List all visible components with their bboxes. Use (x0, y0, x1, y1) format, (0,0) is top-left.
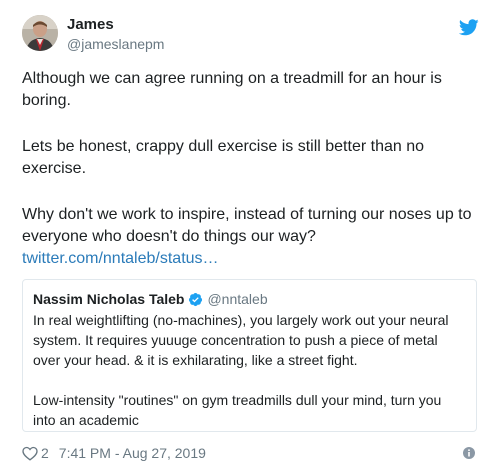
tweet-text: Although we can agree running on a tread… (22, 68, 477, 270)
tweet-paragraph-3: Why don't we work to inspire, instead of… (22, 204, 477, 270)
avatar-image (22, 15, 58, 51)
quoted-tweet-header: Nassim Nicholas Taleb @nntaleb (33, 289, 466, 309)
tweet-paragraph-2: Lets be honest, crappy dull exercise is … (22, 138, 424, 177)
author-handle[interactable]: @jameslanepm (67, 35, 164, 53)
verified-badge-icon (189, 292, 203, 306)
quoted-paragraph-2: Low-intensity "routines" on gym treadmil… (33, 392, 442, 428)
heart-icon[interactable] (22, 446, 38, 461)
avatar[interactable] (22, 15, 58, 51)
quoted-tweet-text: In real weightlifting (no-machines), you… (33, 310, 466, 430)
twitter-bird-icon[interactable] (459, 19, 479, 36)
tweet-link[interactable]: twitter.com/nntaleb/status… (22, 248, 477, 270)
quoted-paragraph-1: In real weightlifting (no-machines), you… (33, 312, 449, 368)
tweet-footer: 2 7:41 PM - Aug 27, 2019 (22, 444, 477, 462)
quoted-author-name: Nassim Nicholas Taleb (33, 291, 185, 307)
embedded-tweet: James @jameslanepm Although we can agree… (0, 0, 485, 472)
info-icon[interactable] (463, 447, 475, 459)
tweet-paragraph-1: Although we can agree running on a tread… (22, 70, 442, 109)
like-count[interactable]: 2 (41, 445, 49, 461)
timestamp[interactable]: 7:41 PM - Aug 27, 2019 (59, 445, 206, 461)
quoted-author-handle: @nntaleb (207, 291, 268, 307)
quoted-tweet[interactable]: Nassim Nicholas Taleb @nntaleb In real w… (22, 279, 477, 432)
author-name[interactable]: James (67, 16, 114, 34)
tweet-paragraph-3-text: Why don't we work to inspire, instead of… (22, 206, 472, 245)
